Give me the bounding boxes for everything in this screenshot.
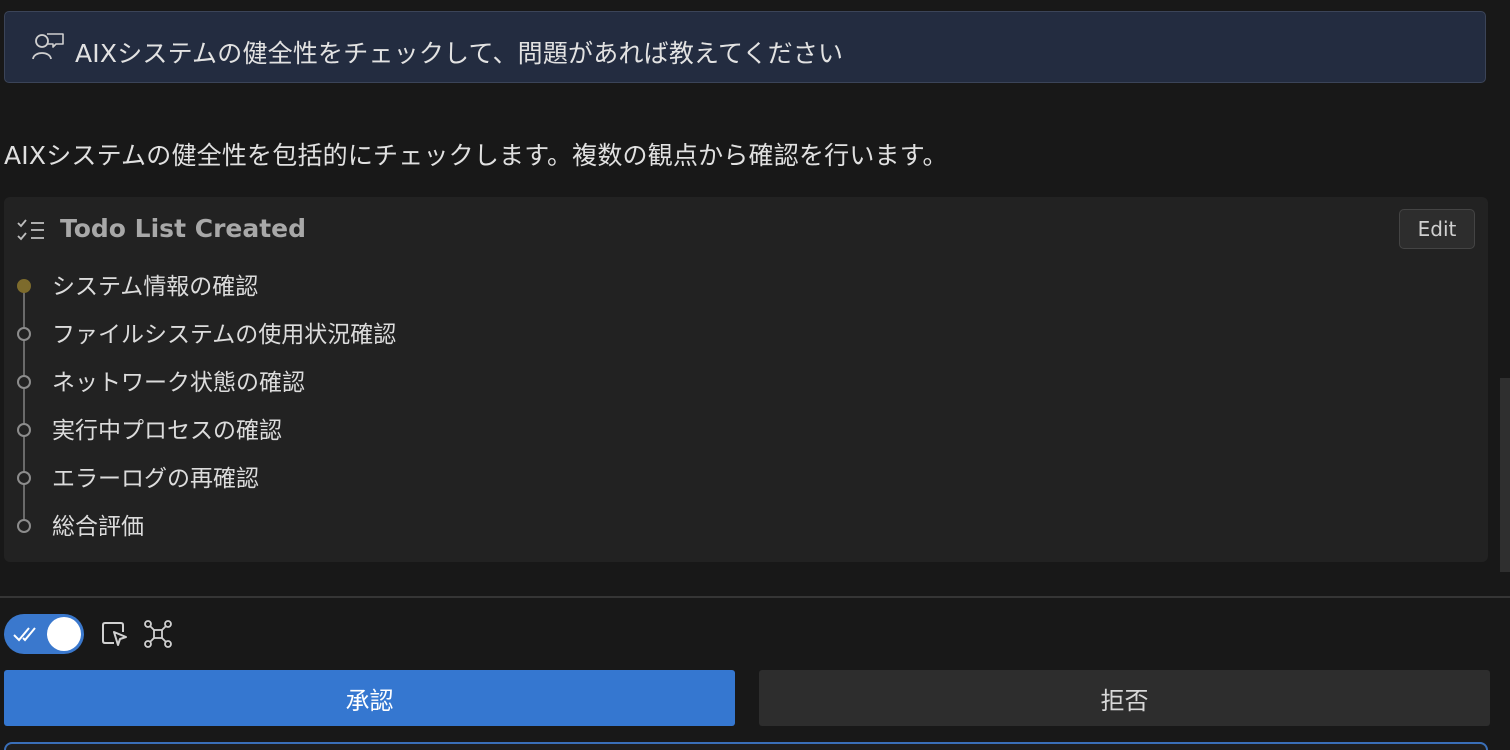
cursor-select-icon[interactable] <box>100 619 130 649</box>
divider <box>0 596 1510 598</box>
auto-approve-toggle[interactable] <box>4 614 84 654</box>
scrollbar[interactable] <box>1500 378 1510 572</box>
todo-item: ネットワーク状態の確認 <box>4 363 904 403</box>
checklist-icon <box>17 219 44 241</box>
pending-dot-icon <box>17 327 31 341</box>
todo-item-label: 総合評価 <box>52 514 144 540</box>
todo-item-label: ファイルシステムの使用状況確認 <box>52 322 397 348</box>
pending-dot-icon <box>17 519 31 533</box>
double-check-icon <box>13 627 36 642</box>
pending-dot-icon <box>17 423 31 437</box>
chat-input[interactable] <box>4 742 1488 750</box>
approve-button[interactable]: 承認 <box>4 670 735 726</box>
in-progress-dot-icon <box>17 279 31 293</box>
todo-item: 総合評価 <box>4 507 904 547</box>
todo-item-label: 実行中プロセスの確認 <box>52 418 282 444</box>
todo-title: Todo List Created <box>60 214 307 243</box>
todo-item: 実行中プロセスの確認 <box>4 411 904 451</box>
pending-dot-icon <box>17 375 31 389</box>
network-nodes-icon[interactable] <box>143 619 173 649</box>
todo-item: システム情報の確認 <box>4 267 904 307</box>
user-feedback-icon <box>32 33 64 60</box>
assistant-message-text: AIXシステムの健全性を包括的にチェックします。複数の観点から確認を行います。 <box>4 141 948 170</box>
pending-dot-icon <box>17 471 31 485</box>
todo-item: エラーログの再確認 <box>4 459 904 499</box>
edit-button[interactable]: Edit <box>1399 209 1475 249</box>
user-message-bubble: AIXシステムの健全性をチェックして、問題があれば教えてください <box>4 11 1486 83</box>
todo-list-card: Todo List Created Edit システム情報の確認 ファイルシステ… <box>4 197 1488 562</box>
chat-panel: AIXシステムの健全性をチェックして、問題があれば教えてください AIXシステム… <box>0 0 1510 750</box>
todo-item-label: エラーログの再確認 <box>52 466 259 492</box>
todo-item-label: ネットワーク状態の確認 <box>52 370 305 396</box>
user-message-text: AIXシステムの健全性をチェックして、問題があれば教えてください <box>75 39 844 68</box>
reject-button[interactable]: 拒否 <box>759 670 1490 726</box>
toggle-knob <box>47 617 81 651</box>
todo-item-label: システム情報の確認 <box>52 274 259 300</box>
todo-item: ファイルシステムの使用状況確認 <box>4 315 904 355</box>
